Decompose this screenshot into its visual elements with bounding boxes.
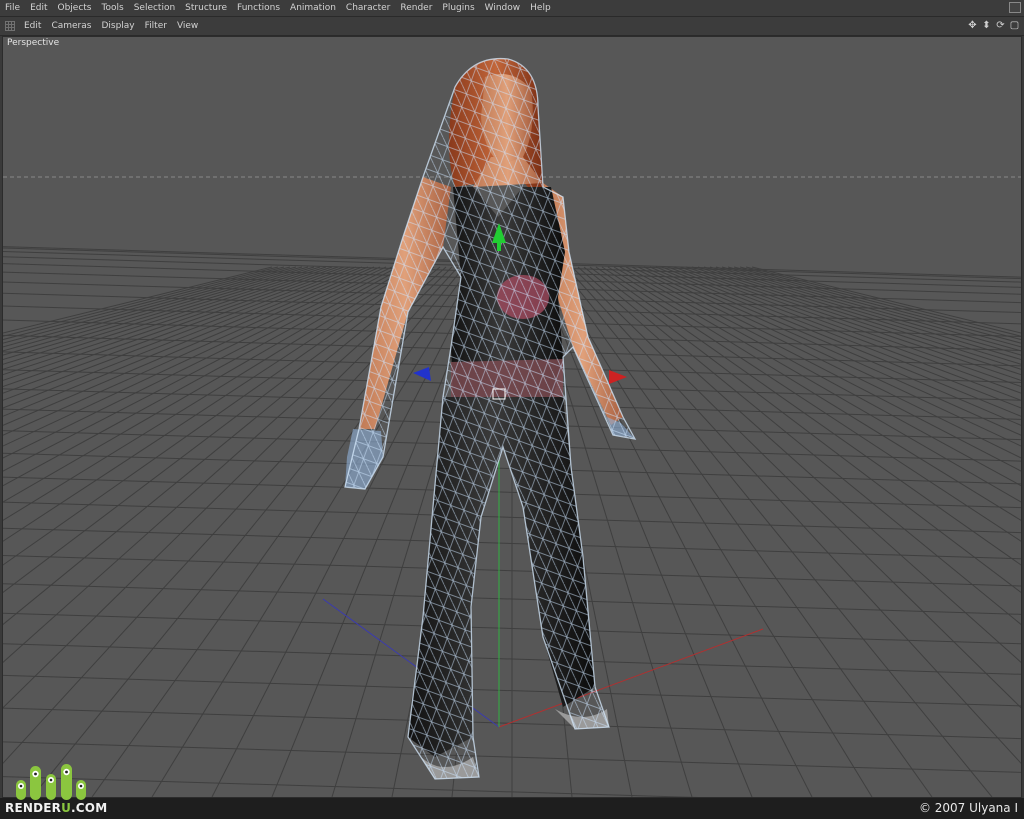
view-menu-edit[interactable]: Edit — [19, 17, 46, 35]
renderu-logo-text: RENDERU.COM — [5, 801, 107, 815]
menu-edit[interactable]: Edit — [25, 0, 52, 16]
menu-help[interactable]: Help — [525, 0, 556, 16]
menu-structure[interactable]: Structure — [180, 0, 232, 16]
grid-line — [655, 266, 1021, 417]
grid-line — [3, 266, 417, 521]
view-menu-cameras[interactable]: Cameras — [46, 17, 96, 35]
menu-plugins[interactable]: Plugins — [437, 0, 479, 16]
viewport-menu-bar: Edit Cameras Display Filter View ✥ ⬍ ⟳ ▢ — [0, 17, 1024, 36]
grid-line — [3, 266, 351, 394]
view-menu-view[interactable]: View — [172, 17, 203, 35]
maximize-view-icon[interactable]: ▢ — [1009, 20, 1020, 31]
character-model[interactable] — [344, 57, 637, 780]
viewport-label: Perspective — [7, 38, 60, 48]
view-menu-filter[interactable]: Filter — [140, 17, 172, 35]
grid-line — [583, 266, 1021, 626]
menu-render[interactable]: Render — [395, 0, 437, 16]
grid-line — [691, 266, 1021, 376]
grid-line — [3, 266, 339, 381]
menu-file[interactable]: File — [0, 0, 25, 16]
grid-line — [673, 266, 1021, 394]
grid-line — [3, 266, 411, 503]
grid-line — [613, 266, 1021, 503]
grid-line — [601, 266, 1021, 542]
grid-line — [715, 266, 1021, 356]
menu-selection[interactable]: Selection — [129, 0, 180, 16]
logo-prefix: RENDER — [5, 801, 62, 815]
z-axis-handle[interactable] — [413, 367, 431, 381]
main-menu-bar: File Edit Objects Tools Selection Struct… — [0, 0, 1024, 17]
perspective-viewport[interactable]: Perspective — [2, 36, 1022, 798]
menu-objects[interactable]: Objects — [53, 0, 97, 16]
grip-icon[interactable] — [5, 21, 15, 31]
grid-line — [685, 266, 1021, 381]
view-menu-display[interactable]: Display — [96, 17, 139, 35]
grid-line — [3, 266, 327, 370]
grid-line — [619, 266, 1021, 487]
window-restore-button[interactable] — [1009, 2, 1021, 13]
menu-character[interactable]: Character — [341, 0, 395, 16]
menu-animation[interactable]: Animation — [285, 0, 341, 16]
grid-line — [607, 266, 1021, 521]
grid-line — [559, 266, 993, 797]
logo-suffix: .COM — [71, 801, 108, 815]
grid-line — [3, 266, 405, 487]
grid-line — [697, 266, 1021, 370]
grid-line — [3, 266, 309, 356]
y-axis-handle-stem[interactable] — [497, 241, 501, 251]
zoom-view-icon[interactable]: ⬍ — [981, 20, 992, 31]
footer-bar — [0, 798, 1024, 819]
view-navigation-icons: ✥ ⬍ ⟳ ▢ — [967, 20, 1020, 31]
menu-window[interactable]: Window — [480, 0, 526, 16]
grid-line — [649, 266, 1021, 426]
menu-functions[interactable]: Functions — [232, 0, 285, 16]
move-view-icon[interactable]: ✥ — [967, 20, 978, 31]
menu-tools[interactable]: Tools — [97, 0, 129, 16]
grid-line — [667, 266, 1021, 401]
grid-line — [3, 266, 333, 376]
copyright-text: © 2007 Ulyana I — [918, 801, 1018, 815]
grid-line — [589, 266, 1021, 594]
logo-accent: U — [61, 801, 72, 815]
rotate-view-icon[interactable]: ⟳ — [995, 20, 1006, 31]
viewport-scene — [3, 57, 1021, 797]
x-axis-line — [498, 628, 764, 728]
renderu-logo-mascots — [16, 764, 86, 800]
